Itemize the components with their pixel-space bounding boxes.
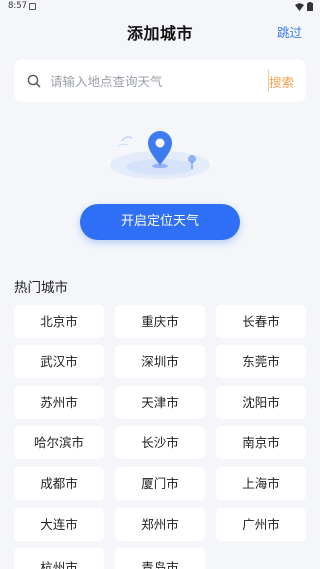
status-bar: 8:57: [0, 0, 320, 14]
city-item[interactable]: 上海市: [216, 467, 306, 500]
city-item[interactable]: 杭州市: [14, 548, 104, 569]
status-indicators: [295, 2, 313, 11]
enable-location-button[interactable]: 开启定位天气: [80, 204, 240, 240]
header: 添加城市 跳过: [0, 14, 320, 48]
city-item[interactable]: 深圳市: [115, 345, 205, 378]
search-box[interactable]: 搜索: [14, 60, 306, 102]
city-item[interactable]: 长春市: [216, 305, 306, 338]
location-illustration: [100, 115, 220, 185]
city-item[interactable]: 成都市: [14, 467, 104, 500]
skip-button[interactable]: 跳过: [277, 22, 302, 41]
battery-icon: [307, 2, 313, 11]
city-item[interactable]: 大连市: [14, 508, 104, 541]
wifi-icon: [295, 2, 304, 11]
city-item[interactable]: 东莞市: [216, 345, 306, 378]
city-item[interactable]: 郑州市: [115, 508, 205, 541]
city-item[interactable]: 沈阳市: [216, 386, 306, 419]
city-item[interactable]: 南京市: [216, 426, 306, 459]
city-item[interactable]: 青岛市: [115, 548, 205, 569]
city-item[interactable]: 武汉市: [14, 345, 104, 378]
city-item[interactable]: 重庆市: [115, 305, 205, 338]
status-time: 8:57: [8, 1, 28, 11]
search-button[interactable]: 搜索: [269, 72, 294, 91]
city-item[interactable]: 苏州市: [14, 386, 104, 419]
search-icon: [27, 73, 41, 88]
city-item[interactable]: 厦门市: [115, 467, 205, 500]
page-title: 添加城市: [126, 24, 193, 43]
city-item[interactable]: 天津市: [115, 386, 205, 419]
city-item[interactable]: 长沙市: [115, 426, 205, 459]
city-item[interactable]: 广州市: [216, 508, 306, 541]
notification-icon: [29, 3, 36, 10]
hot-cities-title: 热门城市: [14, 280, 68, 296]
city-item[interactable]: 哈尔滨市: [14, 426, 104, 459]
city-item[interactable]: 北京市: [14, 305, 104, 338]
search-input[interactable]: [50, 72, 250, 90]
